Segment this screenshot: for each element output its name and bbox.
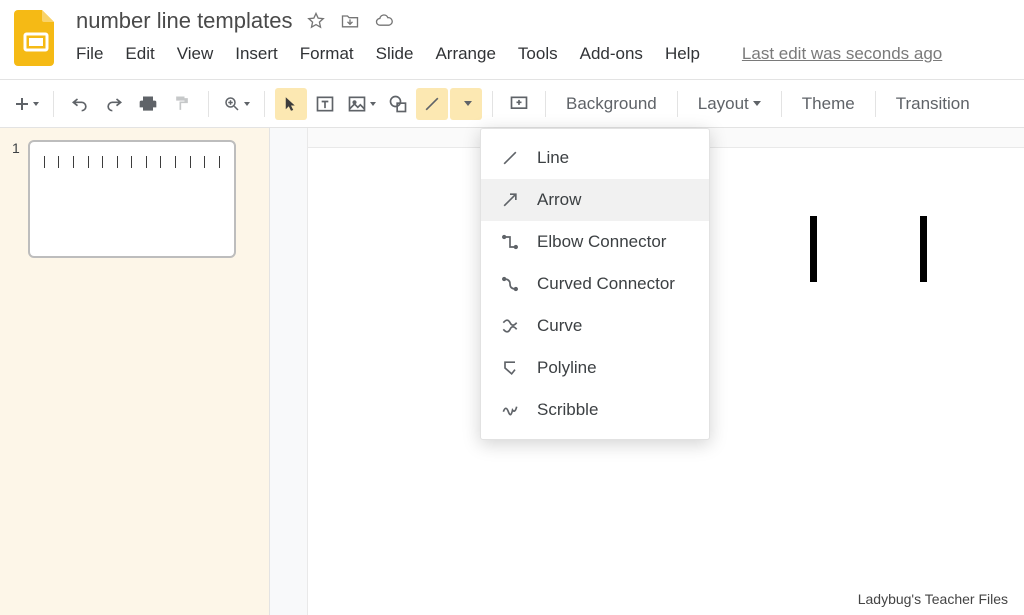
line-menu-label: Line xyxy=(537,148,569,168)
menu-tools[interactable]: Tools xyxy=(518,44,558,64)
shape-button[interactable] xyxy=(382,88,414,120)
theme-button[interactable]: Theme xyxy=(792,88,865,120)
arrow-icon xyxy=(499,189,521,211)
toolbar-separator xyxy=(264,91,265,117)
line-tool-menu: Line Arrow Elbow Connector Curved Connec… xyxy=(480,128,710,440)
title-row: number line templates xyxy=(76,8,1010,34)
menu-arrange[interactable]: Arrange xyxy=(435,44,495,64)
transition-button[interactable]: Transition xyxy=(886,88,980,120)
chevron-down-icon xyxy=(753,101,761,106)
print-button[interactable] xyxy=(132,88,164,120)
menu-file[interactable]: File xyxy=(76,44,103,64)
menu-addons[interactable]: Add-ons xyxy=(580,44,643,64)
line-icon xyxy=(499,147,521,169)
layout-button[interactable]: Layout xyxy=(688,88,771,120)
select-tool-button[interactable] xyxy=(275,88,307,120)
toolbar-separator xyxy=(492,91,493,117)
line-menu-label: Arrow xyxy=(537,190,581,210)
line-menu-line[interactable]: Line xyxy=(481,137,709,179)
image-button[interactable] xyxy=(343,88,380,120)
thumb-number-line xyxy=(44,156,220,170)
line-menu-label: Curve xyxy=(537,316,582,336)
toolbar-separator xyxy=(208,91,209,117)
scribble-icon xyxy=(499,399,521,421)
line-menu-label: Curved Connector xyxy=(537,274,675,294)
paint-format-button[interactable] xyxy=(166,88,198,120)
line-menu-label: Polyline xyxy=(537,358,597,378)
zoom-button[interactable] xyxy=(219,88,254,120)
menu-slide[interactable]: Slide xyxy=(376,44,414,64)
comment-button[interactable] xyxy=(503,88,535,120)
line-menu-polyline[interactable]: Polyline xyxy=(481,347,709,389)
toolbar-separator xyxy=(781,91,782,117)
line-menu-elbow[interactable]: Elbow Connector xyxy=(481,221,709,263)
line-menu-curved[interactable]: Curved Connector xyxy=(481,263,709,305)
menu-view[interactable]: View xyxy=(177,44,214,64)
background-button[interactable]: Background xyxy=(556,88,667,120)
undo-button[interactable] xyxy=(64,88,96,120)
slide-thumbnail-image xyxy=(28,140,236,258)
toolbar: Background Layout Theme Transition xyxy=(0,80,1024,128)
line-tool-button[interactable] xyxy=(416,88,448,120)
toolbar-separator xyxy=(875,91,876,117)
slide-number: 1 xyxy=(12,140,20,156)
toolbar-separator xyxy=(677,91,678,117)
curve-icon xyxy=(499,315,521,337)
star-icon[interactable] xyxy=(306,11,326,31)
menu-help[interactable]: Help xyxy=(665,44,700,64)
polyline-icon xyxy=(499,357,521,379)
elbow-connector-icon xyxy=(499,231,521,253)
canvas-tick-mark xyxy=(920,216,927,282)
menu-format[interactable]: Format xyxy=(300,44,354,64)
slide-thumbnail-1[interactable]: 1 xyxy=(12,140,257,258)
slide-panel: 1 xyxy=(0,128,270,615)
toolbar-separator xyxy=(53,91,54,117)
textbox-button[interactable] xyxy=(309,88,341,120)
line-menu-label: Scribble xyxy=(537,400,598,420)
watermark: Ladybug's Teacher Files xyxy=(858,591,1008,607)
redo-button[interactable] xyxy=(98,88,130,120)
title-area: number line templates File Edit View Ins… xyxy=(76,8,1010,64)
last-edit-link[interactable]: Last edit was seconds ago xyxy=(742,44,942,64)
menu-bar: File Edit View Insert Format Slide Arran… xyxy=(76,44,1010,64)
layout-label: Layout xyxy=(698,94,749,114)
canvas-tick-mark xyxy=(810,216,817,282)
ruler-vertical xyxy=(270,128,308,615)
line-tool-dropdown-button[interactable] xyxy=(450,88,482,120)
move-folder-icon[interactable] xyxy=(340,11,360,31)
document-title[interactable]: number line templates xyxy=(76,8,292,34)
slides-logo xyxy=(14,10,58,66)
line-menu-scribble[interactable]: Scribble xyxy=(481,389,709,431)
menu-insert[interactable]: Insert xyxy=(235,44,278,64)
menu-edit[interactable]: Edit xyxy=(125,44,154,64)
line-menu-arrow[interactable]: Arrow xyxy=(481,179,709,221)
line-menu-label: Elbow Connector xyxy=(537,232,666,252)
cloud-saved-icon[interactable] xyxy=(374,11,394,31)
curved-connector-icon xyxy=(499,273,521,295)
app-header: number line templates File Edit View Ins… xyxy=(0,0,1024,80)
new-slide-button[interactable] xyxy=(10,88,43,120)
line-menu-curve[interactable]: Curve xyxy=(481,305,709,347)
toolbar-separator xyxy=(545,91,546,117)
